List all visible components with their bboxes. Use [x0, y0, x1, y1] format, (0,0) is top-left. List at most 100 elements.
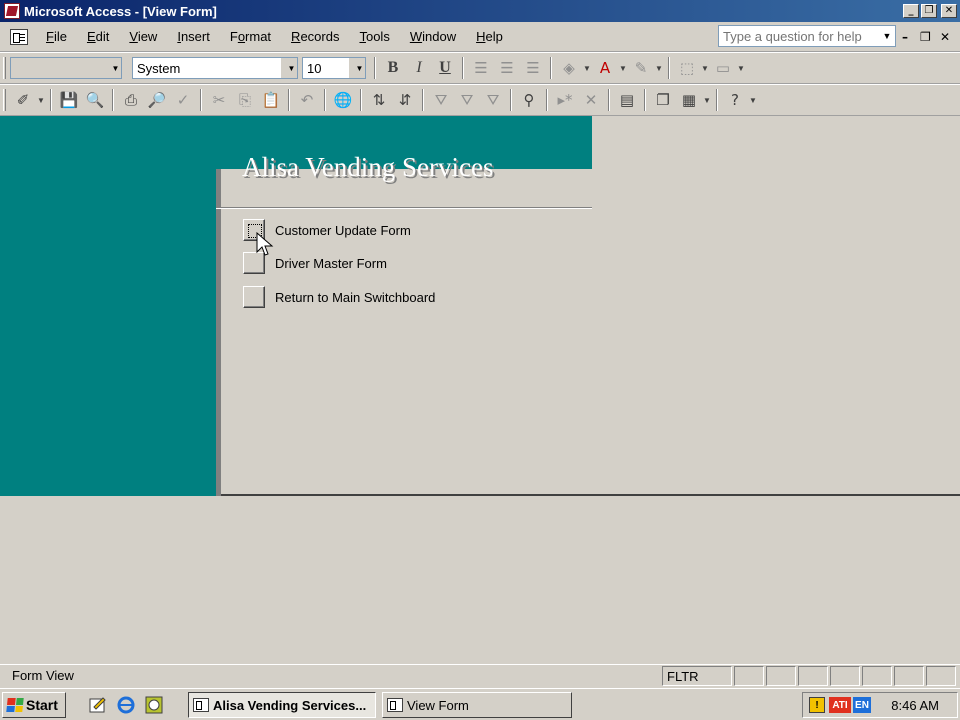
start-button[interactable]: Start [2, 692, 66, 718]
align-right-icon[interactable]: ☰ [520, 55, 546, 81]
chevron-down-icon[interactable]: ▼ [281, 58, 297, 78]
close-button[interactable]: ✕ [941, 4, 957, 18]
line-color-icon[interactable]: ✎ [628, 55, 654, 81]
minimize-button[interactable]: _ [903, 4, 919, 18]
menu-view[interactable]: View [119, 29, 167, 44]
sort-descending-icon[interactable]: ⇵ [392, 87, 418, 113]
filter-by-form-icon[interactable]: ⛛ [454, 87, 480, 113]
notification-icon[interactable]: ! [809, 697, 825, 713]
bold-button[interactable]: B [380, 55, 406, 81]
toolbar-separator [422, 89, 424, 111]
toolbar-grip[interactable] [3, 57, 6, 79]
align-left-icon[interactable]: ☰ [468, 55, 494, 81]
font-color-icon[interactable]: A [592, 55, 618, 81]
media-player-icon[interactable] [144, 695, 164, 715]
italic-button[interactable]: I [406, 55, 432, 81]
database-window-icon[interactable]: ❐ [650, 87, 676, 113]
chevron-down-icon[interactable]: ▼ [349, 58, 365, 78]
help-icon[interactable]: ? [722, 87, 748, 113]
print-preview-icon[interactable]: 🔎 [144, 87, 170, 113]
font-size-combo[interactable]: 10 ▼ [302, 57, 366, 79]
chevron-down-icon[interactable]: ▼ [736, 64, 746, 73]
underline-button[interactable]: U [432, 55, 458, 81]
form-document-icon [387, 698, 403, 712]
object-combo[interactable]: ▼ [10, 57, 122, 79]
toolbar-separator [200, 89, 202, 111]
mdi-restore-button[interactable]: ❐ [920, 30, 931, 44]
switchboard-button[interactable] [243, 286, 265, 308]
spelling-icon[interactable]: ✓ [170, 87, 196, 113]
windows-taskbar: Start Alisa Vending Services... View For… [0, 688, 960, 720]
new-object-icon[interactable]: ▦ [676, 87, 702, 113]
switchboard-item-label: Return to Main Switchboard [275, 289, 436, 305]
cut-icon[interactable]: ✂ [206, 87, 232, 113]
chevron-down-icon[interactable]: ▼ [582, 64, 592, 73]
access-app-icon[interactable] [4, 3, 20, 19]
file-search-icon[interactable]: 🔍 [82, 87, 108, 113]
ati-icon[interactable]: ATI [829, 697, 851, 713]
chevron-down-icon[interactable]: ▼ [700, 64, 710, 73]
toolbar-separator [550, 57, 552, 79]
menu-help[interactable]: Help [466, 29, 513, 44]
mdi-close-button[interactable]: ✕ [940, 30, 950, 44]
font-name-combo[interactable]: System ▼ [132, 57, 298, 79]
menu-insert-label: Insert [177, 29, 210, 44]
teal-side-panel [0, 116, 216, 496]
chevron-down-icon[interactable]: ▼ [702, 96, 712, 105]
switchboard-item-return-main[interactable]: Return to Main Switchboard [243, 285, 435, 309]
form-document-icon[interactable] [10, 28, 28, 45]
filter-by-selection-icon[interactable]: ⛛ [428, 87, 454, 113]
hyperlink-icon[interactable]: 🌐 [330, 87, 356, 113]
border-icon[interactable]: ⬚ [674, 55, 700, 81]
chevron-down-icon[interactable]: ▼ [105, 58, 121, 78]
menu-format[interactable]: Format [220, 29, 281, 44]
menu-insert[interactable]: Insert [167, 29, 220, 44]
menu-file-label: File [46, 29, 67, 44]
find-icon[interactable]: ⚲ [516, 87, 542, 113]
menu-bar: File Edit View Insert Format Records Too… [0, 22, 960, 52]
title-bar[interactable]: Microsoft Access - [View Form] _ ❐ ✕ [0, 0, 960, 22]
language-indicator[interactable]: EN [853, 697, 871, 713]
toolbar-separator [510, 89, 512, 111]
mdi-minimize-button[interactable]: – [902, 30, 908, 44]
delete-record-icon[interactable]: ✕ [578, 87, 604, 113]
menu-records-label: Records [291, 29, 340, 44]
properties-icon[interactable]: ▤ [614, 87, 640, 113]
toolbar-separator [462, 57, 464, 79]
chevron-down-icon[interactable]: ▼ [748, 96, 758, 105]
system-tray: ! ATI EN 8:46 AM [802, 692, 958, 718]
chevron-down-icon[interactable]: ▼ [654, 64, 664, 73]
sort-ascending-icon[interactable]: ⇅ [366, 87, 392, 113]
menu-window[interactable]: Window [400, 29, 466, 44]
clock[interactable]: 8:46 AM [891, 698, 939, 713]
apply-filter-icon[interactable]: ⛛ [480, 87, 506, 113]
menu-tools[interactable]: Tools [349, 29, 399, 44]
menu-file[interactable]: File [36, 29, 77, 44]
save-icon[interactable]: 💾 [56, 87, 82, 113]
chevron-down-icon[interactable]: ▼ [879, 26, 895, 46]
paste-icon[interactable]: 📋 [258, 87, 284, 113]
toolbar-grip[interactable] [3, 89, 6, 111]
ask-question-box[interactable]: ▼ [718, 25, 896, 47]
help-question-input[interactable] [719, 28, 879, 44]
restore-button[interactable]: ❐ [921, 4, 937, 18]
line-width-icon[interactable]: ▭ [710, 55, 736, 81]
show-desktop-icon[interactable] [88, 695, 108, 715]
internet-explorer-icon[interactable] [116, 695, 136, 715]
status-bar: Form View FLTR [0, 664, 960, 686]
taskbar-button-access[interactable]: Alisa Vending Services... [188, 692, 376, 718]
toolbar-separator [716, 89, 718, 111]
undo-icon[interactable]: ↶ [294, 87, 320, 113]
new-record-icon[interactable]: ▸* [552, 87, 578, 113]
chevron-down-icon[interactable]: ▼ [618, 64, 628, 73]
copy-icon[interactable]: ⎘ [232, 87, 258, 113]
taskbar-button-view-form[interactable]: View Form [382, 692, 572, 718]
menu-records[interactable]: Records [281, 29, 349, 44]
chevron-down-icon[interactable]: ▼ [36, 96, 46, 105]
align-center-icon[interactable]: ☰ [494, 55, 520, 81]
menu-edit[interactable]: Edit [77, 29, 119, 44]
toolbar-separator [608, 89, 610, 111]
fill-color-icon[interactable]: ◈ [556, 55, 582, 81]
print-icon[interactable]: ⎙ [118, 87, 144, 113]
design-view-icon[interactable]: ✐ [10, 87, 36, 113]
